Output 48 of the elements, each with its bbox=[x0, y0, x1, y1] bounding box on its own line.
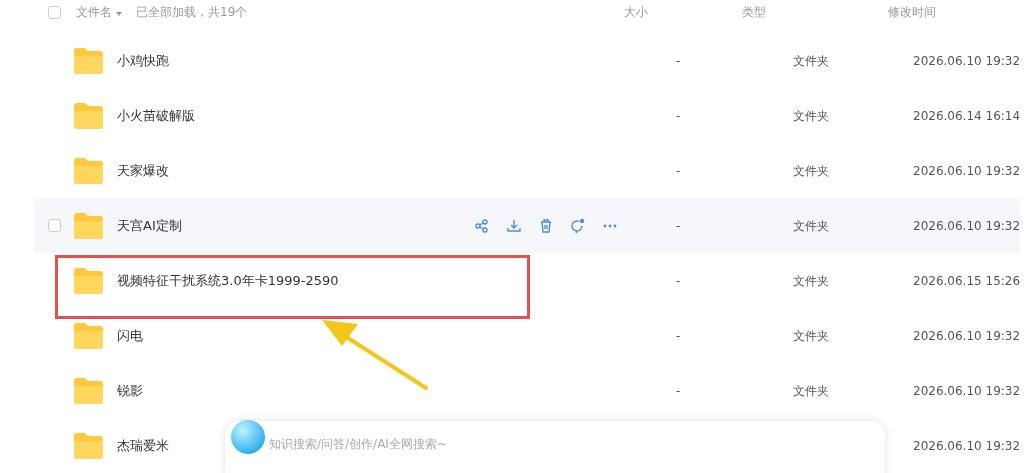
file-size: - bbox=[676, 108, 681, 123]
modified-time: 2026.06.14 16:14 bbox=[913, 107, 1019, 124]
file-row[interactable]: 天宫AI定制 - 文件夹 2026.06.10 19:32 bbox=[34, 198, 1020, 253]
file-name[interactable]: 锐影 bbox=[117, 381, 143, 400]
mascot-icon bbox=[230, 419, 266, 455]
folder-icon bbox=[72, 321, 105, 350]
file-type: 文件夹 bbox=[793, 273, 829, 288]
file-type: 文件夹 bbox=[793, 218, 829, 233]
modified-time: 2026.06.10 19:32 bbox=[913, 327, 1019, 344]
modified-time: 2026.06.10 19:32 bbox=[913, 162, 1019, 179]
download-icon[interactable] bbox=[506, 217, 522, 234]
refresh-icon[interactable] bbox=[570, 217, 586, 234]
select-all-checkbox[interactable] bbox=[48, 5, 61, 19]
file-name[interactable]: 闪电 bbox=[117, 326, 143, 345]
file-name[interactable]: 杰瑞爱米 bbox=[117, 436, 169, 455]
file-name[interactable]: 天宫AI定制 bbox=[117, 216, 182, 235]
search-field[interactable]: 知识搜索/问答/创作/AI全网搜索~ bbox=[267, 436, 671, 452]
file-size: - bbox=[676, 53, 681, 68]
file-name[interactable]: 天家爆改 bbox=[117, 161, 169, 180]
file-type: 文件夹 bbox=[793, 53, 829, 68]
folder-icon bbox=[72, 431, 105, 460]
file-name[interactable]: 视频特征干扰系统3.0年卡1999-2590 bbox=[117, 271, 339, 290]
modified-time: 2026.06.10 19:32 bbox=[913, 217, 1019, 234]
row-checkbox[interactable] bbox=[48, 219, 61, 232]
folder-icon bbox=[72, 101, 105, 130]
folder-icon bbox=[72, 211, 105, 240]
file-size: - bbox=[676, 328, 681, 343]
folder-icon bbox=[72, 266, 105, 295]
folder-icon bbox=[72, 376, 105, 405]
folder-icon bbox=[72, 156, 105, 185]
file-size: - bbox=[676, 218, 681, 233]
folder-icon bbox=[72, 46, 105, 75]
file-name[interactable]: 小鸡快跑 bbox=[117, 51, 169, 70]
load-status: 已全部加载，共19个 bbox=[136, 3, 249, 21]
modified-time: 2026.06.15 15:26 bbox=[913, 272, 1019, 289]
file-type: 文件夹 bbox=[793, 163, 829, 178]
trash-icon[interactable] bbox=[538, 217, 554, 234]
file-type: 文件夹 bbox=[793, 108, 829, 123]
file-type: 文件夹 bbox=[793, 328, 829, 343]
file-name[interactable]: 小火苗破解版 bbox=[117, 106, 195, 125]
modified-time: 2026.06.10 19:32 bbox=[913, 437, 1019, 454]
file-type: 文件夹 bbox=[793, 383, 829, 398]
modified-time: 2026.06.10 19:32 bbox=[913, 52, 1019, 69]
file-size: - bbox=[676, 163, 681, 178]
share-icon[interactable] bbox=[474, 217, 490, 234]
modified-time: 2026.06.10 19:32 bbox=[913, 382, 1019, 399]
file-size: - bbox=[676, 273, 681, 288]
file-size: - bbox=[676, 383, 681, 398]
